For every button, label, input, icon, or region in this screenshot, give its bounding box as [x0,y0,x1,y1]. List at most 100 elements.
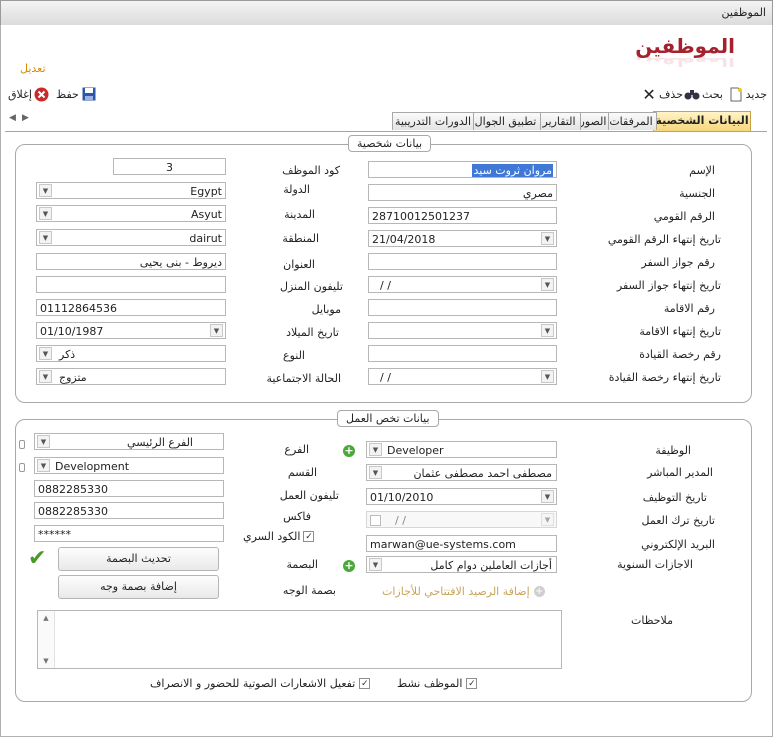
tab-scroll-right-icon[interactable]: ▶ [22,113,29,123]
chevron-down-icon[interactable]: ▼ [39,231,52,244]
voice-notifications-toggle[interactable]: ✓ تفعيل الاشعارات الصوتية للحضور و الانص… [150,677,371,690]
country-value: Egypt [190,185,222,198]
hire-date-field[interactable]: 01/10/2010 ▼ [366,488,557,505]
active-employee-toggle[interactable]: ✓ الموظف نشط [397,677,478,690]
marital-field[interactable]: ▼ متزوج [36,368,226,385]
passport-field[interactable] [368,253,557,270]
chevron-down-icon[interactable]: ▼ [210,324,223,337]
license-expiry-field[interactable]: / / ▼ [368,368,557,385]
national-id-expiry-field[interactable]: 21/04/2018 ▼ [368,230,557,247]
department-field[interactable]: ▼ Development [34,457,224,474]
email-field[interactable]: marwan@ue-systems.com [366,535,557,552]
vacation-field[interactable]: ▼ أجازات العاملين دوام كامل [366,556,557,573]
national-id-label: الرقم القومي [653,210,715,223]
add-vacation-icon[interactable]: + [343,560,355,572]
active-employee-label: الموظف نشط [397,677,463,690]
chevron-down-icon[interactable]: ▼ [39,347,52,360]
leave-date-checkbox[interactable] [370,515,381,526]
chevron-down-icon[interactable]: ▼ [541,513,554,526]
update-fingerprint-button[interactable]: تحديث البصمة [58,547,219,571]
face-print-label: بصمة الوجه [282,584,336,597]
employee-code-label: كود الموظف [282,164,340,177]
chevron-down-icon[interactable]: ▼ [37,435,50,448]
new-document-icon [728,86,744,102]
department-label: القسم [287,466,317,479]
scroll-down-icon[interactable]: ▼ [38,657,54,665]
national-id-field[interactable]: 28710012501237 [368,207,557,224]
save-button[interactable]: حفظ [56,86,97,102]
branch-radio[interactable] [19,440,25,449]
tab-mobile-app[interactable]: تطبيق الجوال [470,112,541,130]
fax-field[interactable]: 0882285330 [34,502,224,519]
save-disk-icon [81,86,97,102]
notes-textarea[interactable]: ▲ ▼ [37,610,562,669]
birth-date-value: 01/10/1987 [40,325,104,338]
job-value: Developer [387,444,444,457]
chevron-down-icon[interactable]: ▼ [541,232,554,245]
tab-scroll-left-icon[interactable]: ◀ [9,113,16,123]
tab-photos[interactable]: الصور [577,112,609,130]
tab-personal[interactable]: البيانات الشخصية [653,111,751,131]
chevron-down-icon[interactable]: ▼ [369,466,382,479]
email-label: البريد الإلكتروني [641,538,715,551]
chevron-down-icon[interactable]: ▼ [369,558,382,571]
close-circle-icon [34,86,50,102]
voice-notifications-checkbox[interactable]: ✓ [359,678,371,689]
address-field[interactable]: ديروط - بنى يحيى [36,253,226,270]
tab-training[interactable]: الدورات التدريبية [392,112,474,130]
personal-legend: بيانات شخصية [348,135,432,152]
residence-field[interactable] [368,299,557,316]
gender-field[interactable]: ▼ ذكر [36,345,226,362]
new-button[interactable]: جديد [728,86,767,102]
chevron-down-icon[interactable]: ▼ [369,443,382,456]
name-field[interactable]: مروان ثروت سيد [368,161,557,178]
home-phone-field[interactable] [36,276,226,293]
manager-label: المدير المباشر [647,466,713,479]
chevron-down-icon[interactable]: ▼ [541,490,554,503]
chevron-down-icon[interactable]: ▼ [541,324,554,337]
license-field[interactable] [368,345,557,362]
mobile-field[interactable]: 01112864536 [36,299,226,316]
branch-label: الفرع [284,443,309,456]
secret-code-toggle[interactable]: ✓ الكود السري [243,530,315,543]
passport-expiry-field[interactable]: / / ▼ [368,276,557,293]
work-phone-field[interactable]: 0882285330 [34,480,224,497]
active-employee-checkbox[interactable]: ✓ [466,678,478,689]
residence-expiry-field[interactable]: ▼ [368,322,557,339]
scroll-up-icon[interactable]: ▲ [38,614,54,622]
nationality-field[interactable]: مصري [368,184,557,201]
save-label: حفظ [56,87,79,101]
chevron-down-icon[interactable]: ▼ [37,459,50,472]
passport-expiry-value: / / [380,279,391,292]
chevron-down-icon[interactable]: ▼ [39,207,52,220]
home-phone-label: تليفون المنزل [280,280,343,293]
branch-field[interactable]: ▼ الفرع الرئيسي [34,433,224,450]
manager-field[interactable]: ▼ مصطفى احمد مصطفى عثمان [366,464,557,481]
chevron-down-icon[interactable]: ▼ [39,370,52,383]
opening-balance-link[interactable]: إضافة الرصيد الافتتاحي للأجازات + [382,585,545,598]
search-label: بحث [702,87,723,101]
delete-button[interactable]: ✕ حذف [641,85,683,104]
notes-scrollbar[interactable]: ▲ ▼ [38,611,55,668]
secret-code-field[interactable]: ****** [34,525,224,542]
tab-attachments[interactable]: المرفقات [605,112,657,130]
secret-code-checkbox[interactable]: ✓ [303,531,315,542]
add-face-print-button[interactable]: إضافة بصمة وجه [58,575,219,599]
job-field[interactable]: ▼ Developer [366,441,557,458]
search-button[interactable]: بحث [684,86,723,102]
city-field[interactable]: ▼ Asyut [36,205,226,222]
region-field[interactable]: ▼ dairut [36,229,226,246]
chevron-down-icon[interactable]: ▼ [541,278,554,291]
gender-label: النوع [283,349,305,362]
birth-date-field[interactable]: 01/10/1987 ▼ [36,322,226,339]
chevron-down-icon[interactable]: ▼ [39,184,52,197]
tab-reports[interactable]: التقارير [537,112,581,130]
close-button[interactable]: إغلاق [8,86,50,102]
employee-code-field[interactable]: 3 [113,158,226,175]
department-radio[interactable] [19,463,25,472]
country-field[interactable]: ▼ Egypt [36,182,226,199]
leave-date-field[interactable]: / / ▼ [366,511,557,528]
binoculars-icon [684,86,700,102]
chevron-down-icon[interactable]: ▼ [541,370,554,383]
add-job-icon[interactable]: + [343,445,355,457]
